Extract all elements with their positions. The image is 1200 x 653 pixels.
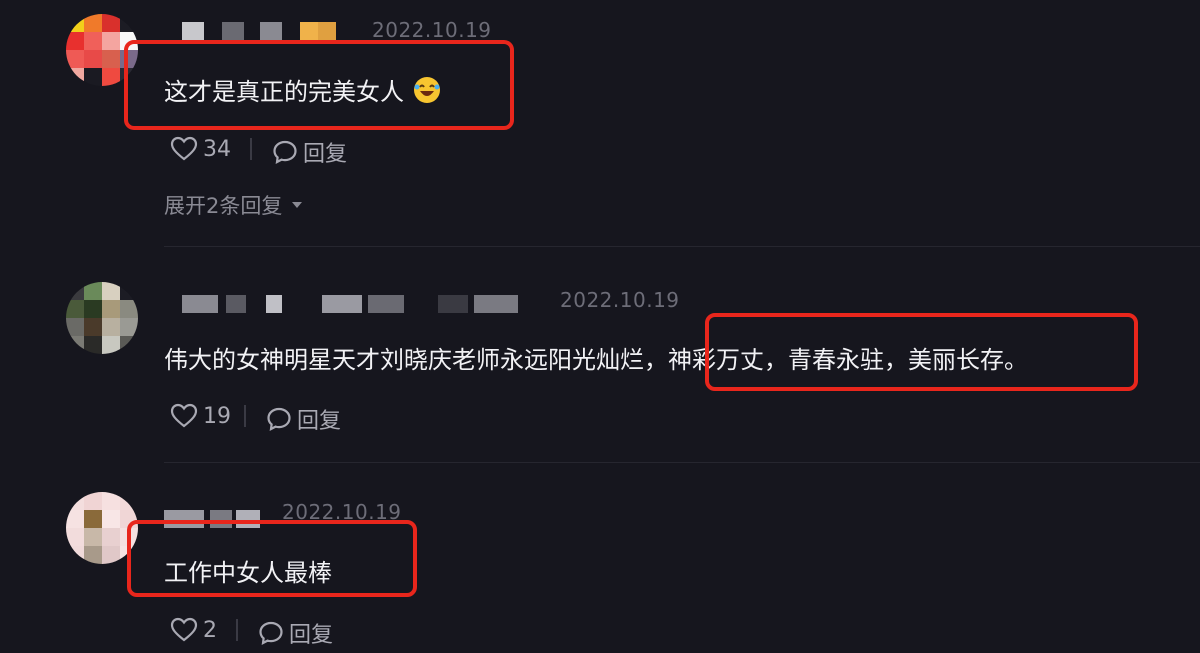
comment-divider: [164, 246, 1200, 247]
like-count: 2: [203, 617, 217, 643]
like-button[interactable]: 19: [170, 403, 231, 429]
caret-down-icon: [292, 202, 303, 208]
comment-date: 2022.10.19: [560, 288, 680, 312]
reply-button[interactable]: 回复: [272, 136, 347, 168]
like-button[interactable]: 2: [170, 617, 217, 643]
like-count: 34: [203, 136, 231, 162]
avatar[interactable]: [66, 282, 138, 354]
speech-bubble-icon: [273, 140, 297, 164]
reply-label: 回复: [297, 409, 342, 434]
like-button[interactable]: 34: [170, 136, 231, 162]
reply-label: 回复: [289, 623, 334, 648]
reply-label: 回复: [303, 142, 348, 167]
highlight-box: [124, 40, 514, 130]
expand-replies-label: 展开2条回复: [164, 194, 283, 218]
like-count: 19: [203, 403, 231, 429]
blurred-username[interactable]: [182, 22, 352, 40]
reply-button[interactable]: 回复: [258, 617, 333, 649]
comment-divider: [164, 462, 1200, 463]
speech-bubble-icon: [259, 621, 283, 645]
blurred-username[interactable]: [182, 295, 542, 313]
comment-date: 2022.10.19: [372, 18, 492, 42]
heart-icon: [170, 403, 198, 428]
speech-bubble-icon: [267, 407, 291, 431]
heart-icon: [170, 136, 198, 161]
pixelated-avatar-image: [66, 282, 138, 354]
reply-button[interactable]: 回复: [266, 403, 341, 435]
highlight-box: [127, 520, 417, 597]
action-separator: [236, 619, 238, 641]
expand-replies-button[interactable]: 展开2条回复: [164, 190, 304, 220]
highlight-box: [705, 313, 1138, 391]
heart-icon: [170, 617, 198, 642]
action-separator: [244, 405, 246, 427]
action-separator: [250, 138, 252, 160]
